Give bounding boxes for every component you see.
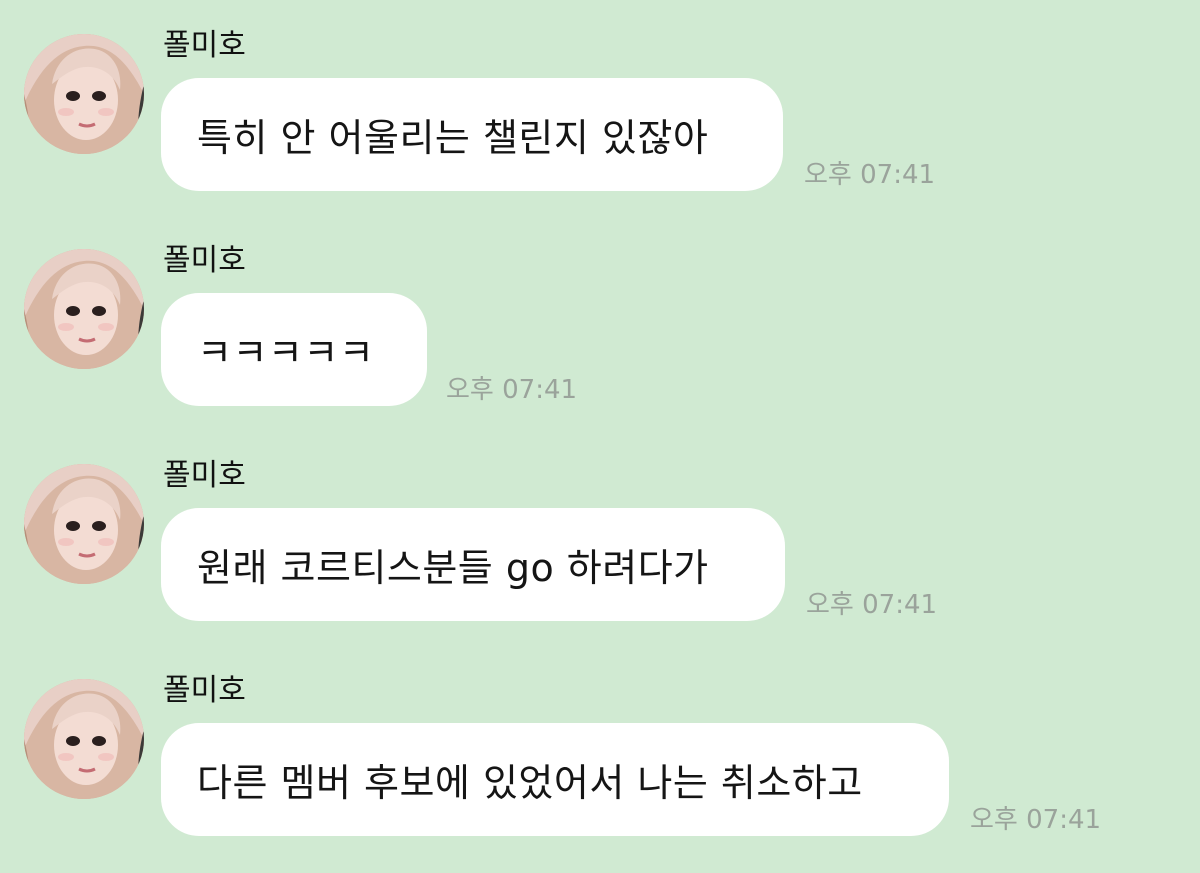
message-timestamp: 오후 07:41 (446, 375, 578, 405)
avatar[interactable] (24, 249, 144, 369)
chat-message: 폴미호 ㅋㅋㅋㅋㅋ 오후 07:41 (0, 243, 1200, 443)
sender-name: 폴미호 (163, 243, 246, 278)
chat-message: 폴미호 원래 코르티스분들 go 하려다가 오후 07:41 (0, 458, 1200, 658)
message-text: 원래 코르티스분들 go 하려다가 (197, 546, 709, 590)
message-timestamp: 오후 07:41 (970, 805, 1102, 835)
sender-name: 폴미호 (163, 458, 246, 493)
avatar[interactable] (24, 34, 144, 154)
chat-message: 폴미호 다른 멤버 후보에 있었어서 나는 취소하고 오후 07:41 (0, 673, 1200, 873)
avatar[interactable] (24, 464, 144, 584)
message-bubble[interactable]: ㅋㅋㅋㅋㅋ (161, 293, 427, 406)
message-timestamp: 오후 07:41 (806, 590, 938, 620)
message-bubble[interactable]: 다른 멤버 후보에 있었어서 나는 취소하고 (161, 723, 949, 836)
sender-name: 폴미호 (163, 673, 246, 708)
message-bubble[interactable]: 특히 안 어울리는 챌린지 있잖아 (161, 78, 783, 191)
avatar[interactable] (24, 679, 144, 799)
message-text: 특히 안 어울리는 챌린지 있잖아 (197, 116, 709, 160)
message-timestamp: 오후 07:41 (804, 160, 936, 190)
chat-message-list[interactable]: 폴미호 특히 안 어울리는 챌린지 있잖아 오후 07:41 폴미호 ㅋㅋㅋㅋㅋ… (0, 0, 1200, 873)
chat-message: 폴미호 특히 안 어울리는 챌린지 있잖아 오후 07:41 (0, 28, 1200, 228)
message-bubble[interactable]: 원래 코르티스분들 go 하려다가 (161, 508, 785, 621)
message-text: ㅋㅋㅋㅋㅋ (197, 331, 375, 375)
message-text: 다른 멤버 후보에 있었어서 나는 취소하고 (197, 761, 863, 805)
sender-name: 폴미호 (163, 28, 246, 63)
